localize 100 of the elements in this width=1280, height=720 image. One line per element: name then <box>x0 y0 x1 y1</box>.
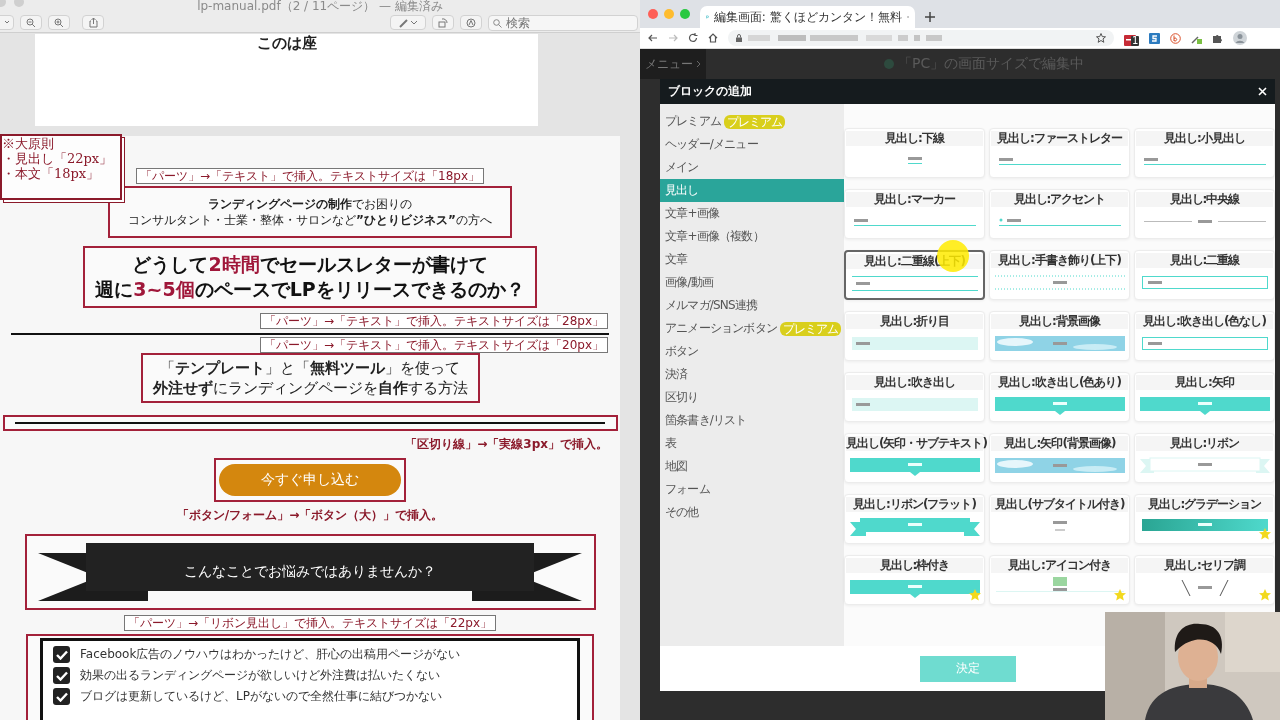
block-template-card[interactable]: 見出し:矢印(背景画像) <box>989 433 1130 483</box>
extensions-icon[interactable] <box>1212 32 1224 44</box>
headline-line: どうして 2時間でセールスレターが書けて <box>132 252 488 277</box>
text-line: 「テンプレート」と「無料ツール」を使って <box>160 358 460 378</box>
checkbox[interactable] <box>53 646 70 663</box>
category-item[interactable]: その他 <box>660 501 844 524</box>
instruction-label: 「パーツ」→「テキスト」で挿入。テキストサイズは「28px」 <box>259 313 608 329</box>
share-button[interactable] <box>82 15 104 30</box>
block-template-card[interactable]: 見出し:アクセント <box>989 189 1130 239</box>
zoom-out-icon <box>26 17 36 28</box>
category-item[interactable]: フォーム <box>660 478 844 501</box>
premium-badge: プレミアム <box>724 114 785 129</box>
block-template-card[interactable]: 見出し:下線 <box>844 128 985 178</box>
block-template-card[interactable]: 見出し(サブタイトル付き) <box>989 494 1130 544</box>
instruction-label: 「パーツ」→「リボン見出し」で挿入。テキストサイズは「22px」 <box>123 615 496 631</box>
category-item[interactable]: 区切り <box>660 386 844 409</box>
extension-button[interactable]: 1 <box>1124 30 1140 46</box>
block-template-card[interactable]: 見出し:二重線 <box>1134 250 1275 300</box>
category-item[interactable]: 決済 <box>660 363 844 386</box>
s-logo-icon[interactable] <box>1149 32 1161 44</box>
block-template-card[interactable]: 見出し:枠付き <box>844 555 985 605</box>
headline-line: 週に3~5個のペースでLPをリリースできるのか？ <box>95 277 525 302</box>
category-item[interactable]: 文章 <box>660 248 844 271</box>
block-title: 見出し:中央線 <box>1136 192 1273 207</box>
category-item[interactable]: ボタン <box>660 340 844 363</box>
block-template-card[interactable]: 見出し:リボン(フラット) <box>844 494 985 544</box>
ribbon-heading: こんなことでお悩みではありませんか？ <box>184 563 436 581</box>
close-icon[interactable] <box>1258 87 1267 96</box>
block-template-card[interactable]: 見出し:吹き出し(色なし) <box>1134 311 1275 361</box>
block-template-card[interactable]: 見出し:折り目 <box>844 311 985 361</box>
search-field[interactable]: 検索 <box>488 14 638 31</box>
category-item[interactable]: 画像/動画 <box>660 271 844 294</box>
home-icon[interactable] <box>708 33 718 43</box>
checklist-item: ブログは更新しているけど、LPがないので全然仕事に結びつかない <box>80 688 442 705</box>
block-title: 見出し:矢印(背景画像) <box>991 436 1128 451</box>
b-logo-icon[interactable] <box>1170 32 1182 44</box>
block-template-card[interactable]: 見出し:アイコン付き <box>989 555 1130 605</box>
heading-style-preview <box>1181 579 1228 597</box>
block-template-card[interactable]: 見出し:マーカー <box>844 189 985 239</box>
dialog-title: ブロックの追加 <box>668 83 752 100</box>
block-title: 見出し:アイコン付き <box>991 558 1128 573</box>
block-template-card[interactable]: 見出し:吹き出し(色あり) <box>989 372 1130 422</box>
block-template-card[interactable]: 見出し:ファーストレター <box>989 128 1130 178</box>
text-line: 外注せずにランディングページを自作する方法 <box>152 378 468 398</box>
back-icon[interactable] <box>648 33 658 43</box>
checkbox[interactable] <box>53 667 70 684</box>
markup-icon <box>466 17 476 28</box>
block-title: 見出し:枠付き <box>846 558 983 573</box>
annotate-button[interactable] <box>460 15 482 30</box>
markup-pen-button[interactable] <box>390 15 426 30</box>
menu-button[interactable]: メニュー <box>640 49 706 79</box>
heading-style-preview <box>1052 521 1067 531</box>
category-item[interactable]: メイン <box>660 156 844 179</box>
block-template-card[interactable]: 見出し:小見出し <box>1134 128 1275 178</box>
zoom-in-button[interactable] <box>48 15 70 30</box>
category-item[interactable]: プレミアム プレミアム <box>660 110 844 133</box>
profile-avatar-icon[interactable] <box>1233 31 1248 45</box>
pen-icon <box>399 17 409 28</box>
block-template-card[interactable]: 見出し:中央線 <box>1134 189 1275 239</box>
block-template-card[interactable]: 見出し:グラデーション <box>1134 494 1275 544</box>
block-template-card[interactable]: 見出し:背景画像 <box>989 311 1130 361</box>
bookmark-star-icon[interactable] <box>1096 33 1106 43</box>
browser-tab[interactable]: 編集画面: 驚くほどカンタン！無料 <box>700 6 915 28</box>
rotate-button[interactable] <box>432 15 454 30</box>
rotate-icon <box>438 17 448 28</box>
reload-icon[interactable] <box>688 33 698 43</box>
new-tab-icon[interactable] <box>925 12 935 22</box>
category-item[interactable]: 文章+画像（複数） <box>660 225 844 248</box>
category-item[interactable]: 箇条書き/リスト <box>660 409 844 432</box>
category-item[interactable]: 表 <box>660 432 844 455</box>
block-title: 見出し:ファーストレター <box>991 131 1128 146</box>
block-template-card[interactable]: 見出し:吹き出し <box>844 372 985 422</box>
category-item[interactable]: メルマガ/SNS連携 <box>660 294 844 317</box>
text-line: ランディングページの制作でお困りの <box>208 196 412 212</box>
block-template-card[interactable]: 見出し:手書き飾り(上下) <box>989 250 1130 300</box>
block-title: 見出し:アクセント <box>991 192 1128 207</box>
rule-note-line: ・見出し「22px」 <box>2 151 114 166</box>
category-item[interactable]: 文章+画像 <box>660 202 844 225</box>
block-template-card[interactable]: 見出し(矢印・サブテキスト) <box>844 433 985 483</box>
rule-note-line: ・本文「18px」 <box>2 166 101 181</box>
status-circle-icon <box>884 59 894 69</box>
category-item[interactable]: ヘッダー/メニュー <box>660 133 844 156</box>
checkbox[interactable] <box>53 688 70 705</box>
instruction-note: 「区切り線」→「実線3px」で挿入。 <box>405 436 608 453</box>
category-item[interactable]: 地図 <box>660 455 844 478</box>
instruction-label: 「パーツ」→「テキスト」で挿入。テキストサイズは「20px」 <box>259 337 608 353</box>
block-title: 見出し:二重線 <box>1136 253 1273 268</box>
search-icon <box>493 18 502 28</box>
block-title: 見出し:矢印 <box>1136 375 1273 390</box>
zoom-in-icon <box>54 17 64 28</box>
text-line: コンサルタント・士業・整体・サロンなど”ひとりビジネス”の方へ <box>128 212 492 228</box>
block-template-card[interactable]: 見出し:リボン <box>1134 433 1275 483</box>
close-window-icon[interactable] <box>648 9 658 19</box>
checklist-item: 効果の出るランディングページが欲しいけど外注費は払いたくない <box>80 667 440 684</box>
block-template-card[interactable]: 見出し:セリフ調 <box>1134 555 1275 605</box>
block-title: 見出し(サブタイトル付き) <box>991 497 1128 512</box>
block-template-card[interactable]: 見出し:矢印 <box>1134 372 1275 422</box>
block-title: 見出し:マーカー <box>846 192 983 207</box>
category-item[interactable]: アニメーションボタン プレミアム <box>660 317 844 340</box>
zoom-out-button[interactable] <box>20 15 42 30</box>
